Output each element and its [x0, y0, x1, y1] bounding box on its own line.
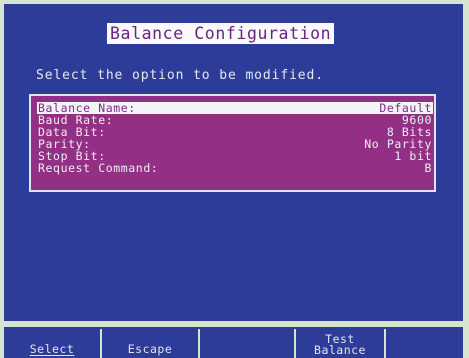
blank-softkey-3[interactable]: [200, 327, 294, 358]
softkey-bar: Select Escape Test Balance: [4, 327, 463, 358]
setting-label: Request Command:: [38, 161, 159, 175]
instruction-text: Select the option to be modified.: [36, 68, 324, 83]
setting-request-command[interactable]: Request Command: B: [37, 162, 433, 174]
page-title: Balance Configuration: [107, 23, 335, 44]
select-softkey-label: Select: [29, 342, 75, 356]
terminal-screen: Balance Configuration Select the option …: [0, 0, 469, 358]
select-softkey[interactable]: Select: [4, 327, 100, 358]
settings-list: Balance Name: Default Baud Rate: 9600 Da…: [29, 94, 436, 192]
test-balance-softkey[interactable]: Test Balance: [296, 327, 384, 358]
escape-softkey-label: Escape: [127, 342, 173, 356]
test-balance-softkey-label: Test Balance: [296, 333, 384, 357]
blank-softkey-5[interactable]: [386, 327, 463, 358]
test-balance-line-2: Balance: [314, 343, 366, 357]
setting-value: B: [424, 161, 432, 175]
main-panel: Balance Configuration Select the option …: [4, 4, 463, 321]
escape-softkey[interactable]: Escape: [102, 327, 198, 358]
